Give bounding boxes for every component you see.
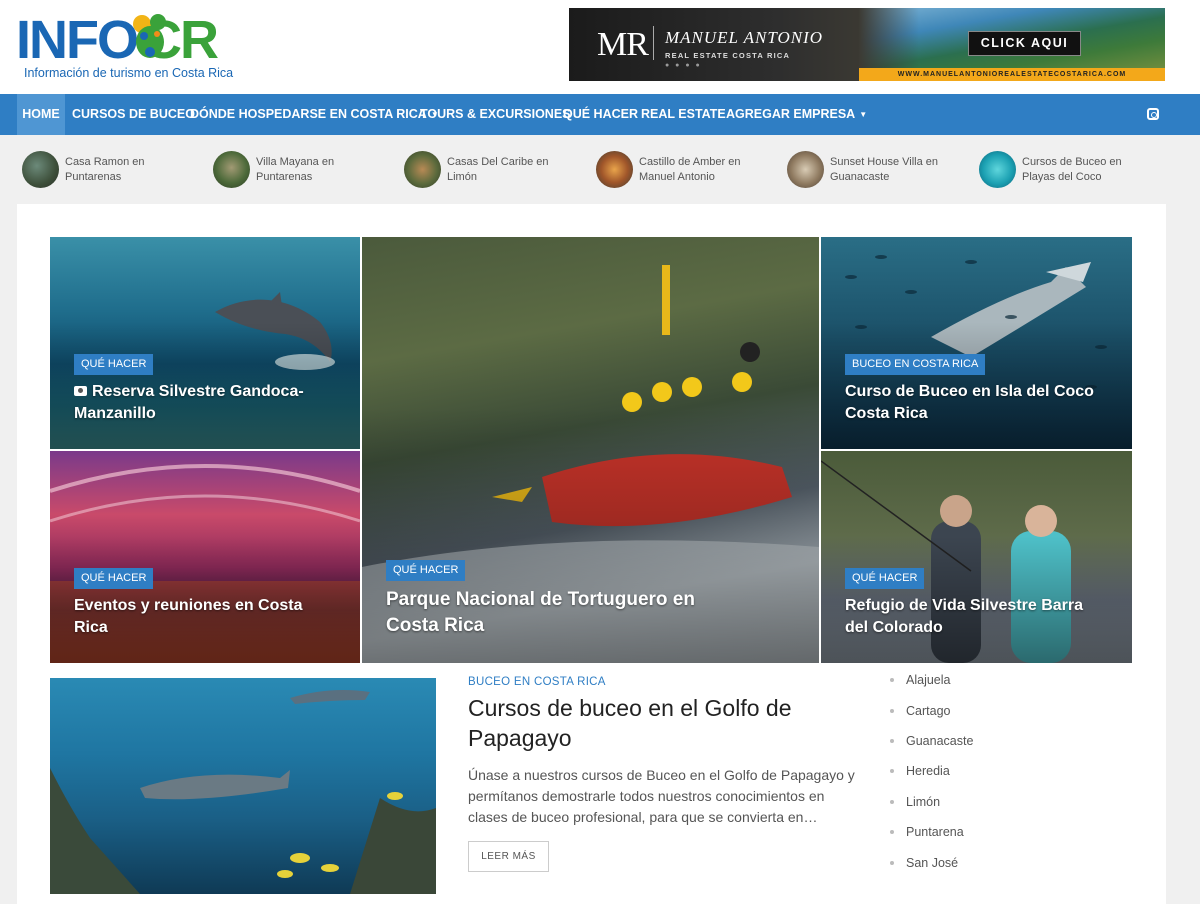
province-label: Heredia (906, 764, 950, 779)
nav-item-agregar-empresa[interactable]: AGREGAR EMPRESA ▼ (726, 94, 867, 135)
nav-label: AGREGAR EMPRESA (726, 107, 856, 121)
province-link[interactable]: Puntarena (890, 817, 1140, 847)
instagram-icon[interactable] (1147, 108, 1159, 120)
grid-tile-hammerhead[interactable]: BUCEO EN COSTA RICA Curso de Buceo en Is… (821, 237, 1132, 449)
logo-tagline: Información de turismo en Costa Rica (24, 66, 234, 80)
tile-title[interactable]: Eventos y reuniones en Costa Rica (74, 595, 314, 639)
featured-thumbnail (596, 151, 633, 188)
read-more-button[interactable]: LEER MÁS (468, 841, 549, 872)
bullet-icon (890, 769, 894, 774)
nav-label: QUÉ HACER (563, 107, 639, 121)
frog-logo-icon (133, 14, 166, 58)
category-badge[interactable]: BUCEO EN COSTA RICA (845, 354, 986, 375)
province-link[interactable]: Guanacaste (890, 726, 1140, 756)
tile-title-text: Reserva Silvestre Gandoca-Manzanillo (74, 383, 304, 422)
nav-item-tours[interactable]: TOURS & EXCURSIONES (420, 94, 571, 135)
featured-thumbnail (22, 151, 59, 188)
tile-title[interactable]: Reserva Silvestre Gandoca-Manzanillo (74, 381, 344, 425)
province-label: Guanacaste (906, 733, 974, 748)
bullet-icon (890, 860, 894, 865)
camera-icon (74, 386, 87, 396)
banner-brand-panel: MR MANUEL ANTONIO REAL ESTATE COSTA RICA… (569, 8, 869, 81)
nav-item-real-estate[interactable]: REAL ESTATE (641, 94, 726, 135)
bullet-icon (890, 708, 894, 713)
post-excerpt: Únase a nuestros cursos de Buceo en el G… (468, 767, 855, 825)
logo-word-info: INFO (16, 10, 139, 70)
featured-label: Villa Mayana en Puntarenas (256, 155, 335, 183)
nav-item-cursos-de-buceo[interactable]: CURSOS DE BUCEO (72, 94, 195, 135)
province-link[interactable]: Alajuela (890, 665, 1140, 695)
nav-item-donde-hospedarse[interactable]: DÓNDE HOSPEDARSE EN COSTA RICA ▼ (190, 94, 439, 135)
bullet-icon (890, 678, 894, 683)
featured-label: Sunset House Villa en Guanacaste (830, 155, 939, 183)
category-badge[interactable]: QUÉ HACER (845, 568, 925, 589)
province-label: Limón (906, 794, 941, 809)
featured-thumbnail (404, 151, 441, 188)
banner-dots: ● ● ● ● (665, 62, 702, 69)
post-thumbnail[interactable] (50, 678, 436, 894)
tile-title[interactable]: Curso de Buceo en Isla del Coco Costa Ri… (845, 381, 1105, 425)
nav-label: TOURS & EXCURSIONES (420, 107, 571, 121)
nav-label: CURSOS DE BUCEO (72, 107, 195, 121)
ad-banner[interactable]: MR MANUEL ANTONIO REAL ESTATE COSTA RICA… (569, 8, 1165, 81)
grid-tile-rafting[interactable]: QUÉ HACER Parque Nacional de Tortuguero … (362, 237, 819, 663)
tile-title[interactable]: Parque Nacional de Tortuguero en Costa R… (386, 587, 696, 639)
featured-thumbnail (787, 151, 824, 188)
category-badge[interactable]: QUÉ HACER (386, 560, 466, 581)
bullet-icon (890, 830, 894, 835)
grid-tile-fishing[interactable]: QUÉ HACER Refugio de Vida Silvestre Barr… (821, 451, 1132, 663)
province-label: Puntarena (906, 825, 964, 840)
nav-item-home[interactable]: HOME (17, 94, 65, 135)
banner-monogram: MR (597, 26, 649, 63)
featured-strip: Casa Ramon en Puntarenas Villa Mayana en… (0, 135, 1200, 204)
banner-divider (653, 26, 654, 60)
nav-label: HOME (22, 107, 60, 121)
main-nav: HOME CURSOS DE BUCEO DÓNDE HOSPEDARSE EN… (0, 94, 1200, 135)
featured-label: Casa Ramon en Puntarenas (65, 155, 145, 183)
bullet-icon (890, 738, 894, 743)
banner-url: WWW.MANUELANTONIOREALESTATECOSTARICA.COM (859, 68, 1165, 81)
post-category[interactable]: BUCEO EN COSTA RICA (468, 676, 606, 688)
nav-item-que-hacer[interactable]: QUÉ HACER (563, 94, 638, 135)
province-link[interactable]: Heredia (890, 756, 1140, 786)
banner-brand: MANUEL ANTONIO (665, 28, 824, 47)
category-badge[interactable]: QUÉ HACER (74, 568, 154, 589)
banner-subtitle: REAL ESTATE COSTA RICA (665, 51, 791, 60)
site-logo[interactable]: INFO CR Información de turismo en Costa R… (16, 10, 241, 82)
tile-title[interactable]: Refugio de Vida Silvestre Barra del Colo… (845, 595, 1095, 639)
underwater-image (50, 690, 436, 894)
province-link[interactable]: Cartago (890, 695, 1140, 725)
nav-label: DÓNDE HOSPEDARSE EN COSTA RICA (190, 107, 427, 121)
grid-tile-ballroom[interactable]: QUÉ HACER Eventos y reuniones en Costa R… (50, 451, 360, 663)
nav-label: REAL ESTATE (641, 107, 726, 121)
province-link[interactable]: San José (890, 847, 1140, 877)
featured-thumbnail (979, 151, 1016, 188)
featured-label: Casas Del Caribe en Limón (447, 155, 549, 183)
province-label: San José (906, 855, 959, 870)
caret-down-icon: ▼ (859, 110, 868, 119)
featured-label: Castillo de Amber en Manuel Antonio (639, 155, 741, 183)
post-title[interactable]: Cursos de buceo en el Golfo de Papagayo (468, 693, 828, 753)
province-link[interactable]: Limón (890, 787, 1140, 817)
site-header: INFO CR Información de turismo en Costa R… (0, 0, 1200, 94)
logo-wordmark: INFO CR (16, 10, 219, 70)
province-label: Cartago (906, 703, 951, 718)
featured-thumbnail (213, 151, 250, 188)
province-label: Alajuela (906, 673, 951, 688)
bullet-icon (890, 799, 894, 804)
featured-label: Cursos de Buceo en Playas del Coco (1022, 155, 1122, 183)
banner-cta-button[interactable]: CLICK AQUI (968, 31, 1081, 56)
province-list: Alajuela Cartago Guanacaste Heredia Limó… (890, 665, 1140, 878)
grid-tile-dolphin[interactable]: QUÉ HACER Reserva Silvestre Gandoca-Manz… (50, 237, 360, 449)
category-badge[interactable]: QUÉ HACER (74, 354, 154, 375)
